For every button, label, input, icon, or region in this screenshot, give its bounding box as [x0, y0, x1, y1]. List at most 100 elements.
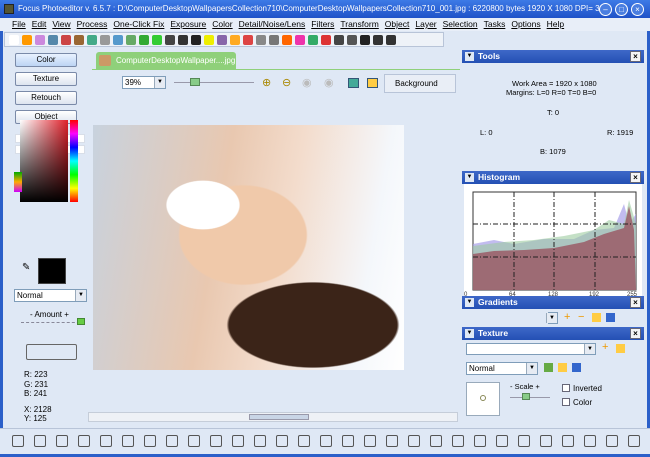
close-icon[interactable]: × — [630, 172, 641, 183]
toolbar-icon-11[interactable] — [139, 35, 149, 45]
layer-background[interactable]: Background — [384, 74, 456, 93]
texture-icon-2[interactable] — [558, 363, 567, 372]
scale-slider-thumb[interactable] — [522, 393, 530, 400]
tool-icon-16[interactable] — [342, 435, 354, 447]
menu-selection[interactable]: Selection — [443, 18, 478, 31]
tool-icon-8[interactable] — [166, 435, 178, 447]
toolbar-icon-24[interactable] — [308, 35, 318, 45]
menu-filters[interactable]: Filters — [311, 18, 334, 31]
edit-icon[interactable] — [367, 78, 378, 88]
close-icon[interactable]: × — [630, 328, 641, 339]
menu-detail-noise-lens[interactable]: Detail/Noise/Lens — [239, 18, 306, 31]
save-gradient-icon[interactable] — [606, 313, 615, 322]
photo-canvas[interactable] — [93, 125, 404, 370]
actual-size-icon[interactable]: ◉ — [324, 76, 334, 89]
maximize-button[interactable]: □ — [615, 3, 628, 16]
tool-icon-15[interactable] — [320, 435, 332, 447]
menu-process[interactable]: Process — [77, 18, 108, 31]
toolbar-icon-3[interactable] — [35, 35, 45, 45]
color-picker[interactable] — [20, 120, 68, 202]
menu-file[interactable]: File — [12, 18, 26, 31]
tool-icon-14[interactable] — [298, 435, 310, 447]
tool-icon-13[interactable] — [276, 435, 288, 447]
toolbar-icon-6[interactable] — [74, 35, 84, 45]
toolbar-icon-23[interactable] — [295, 35, 305, 45]
toolbar-icon-14[interactable] — [178, 35, 188, 45]
add-texture-icon[interactable]: + — [602, 341, 608, 353]
current-color-swatch[interactable] — [38, 258, 66, 284]
tool-icon-3[interactable] — [56, 435, 68, 447]
menu-options[interactable]: Options — [511, 18, 540, 31]
scale-slider[interactable] — [510, 397, 550, 398]
menu-tasks[interactable]: Tasks — [484, 18, 506, 31]
tool-icon-10[interactable] — [210, 435, 222, 447]
menu-transform[interactable]: Transform — [340, 18, 378, 31]
texture-icon-3[interactable] — [572, 363, 581, 372]
tool-icon-5[interactable] — [100, 435, 112, 447]
toolbar-icon-1[interactable] — [9, 35, 19, 45]
image-view-icon[interactable] — [348, 78, 359, 88]
blend-mode-select[interactable]: Normal ▼ — [14, 289, 87, 302]
tool-icon-4[interactable] — [78, 435, 90, 447]
toolbar-icon-13[interactable] — [165, 35, 175, 45]
toolbar-icon-21[interactable] — [269, 35, 279, 45]
open-gradient-icon[interactable] — [592, 313, 601, 322]
tool-icon-2[interactable] — [34, 435, 46, 447]
tool-icon-6[interactable] — [122, 435, 134, 447]
menu-layer[interactable]: Layer — [415, 18, 436, 31]
amount-slider-thumb[interactable] — [77, 318, 85, 325]
close-icon[interactable]: × — [630, 297, 641, 308]
toolbar-icon-28[interactable] — [360, 35, 370, 45]
menu-help[interactable]: Help — [547, 18, 564, 31]
open-texture-icon[interactable] — [616, 344, 625, 353]
tool-icon-11[interactable] — [232, 435, 244, 447]
toolbar-icon-22[interactable] — [282, 35, 292, 45]
retouch-button[interactable]: Retouch — [15, 91, 77, 105]
toolbar-icon-27[interactable] — [347, 35, 357, 45]
zoom-slider[interactable] — [174, 82, 254, 83]
gradient-select[interactable]: ▼ — [546, 312, 558, 324]
toolbar-icon-20[interactable] — [256, 35, 266, 45]
fit-icon[interactable]: ◉ — [302, 76, 312, 89]
horizontal-scrollbar[interactable] — [88, 412, 458, 422]
zoom-in-icon[interactable]: ⊕ — [262, 76, 271, 89]
tool-icon-25[interactable] — [540, 435, 552, 447]
toolbar-icon-7[interactable] — [87, 35, 97, 45]
tool-icon-21[interactable] — [452, 435, 464, 447]
zoom-slider-thumb[interactable] — [190, 78, 200, 86]
tool-icon-28[interactable] — [606, 435, 618, 447]
toolbar-icon-15[interactable] — [191, 35, 201, 45]
toolbar-icon-25[interactable] — [321, 35, 331, 45]
menu-view[interactable]: View — [52, 18, 70, 31]
toolbar-icon-5[interactable] — [61, 35, 71, 45]
tool-icon-9[interactable] — [188, 435, 200, 447]
tool-icon-22[interactable] — [474, 435, 486, 447]
close-icon[interactable]: × — [630, 51, 641, 62]
add-gradient-icon[interactable]: + — [564, 311, 570, 323]
texture-select[interactable]: ▼ — [466, 343, 596, 355]
toolbar-icon-2[interactable] — [22, 35, 32, 45]
toolbar-icon-30[interactable] — [386, 35, 396, 45]
menu-exposure[interactable]: Exposure — [170, 18, 206, 31]
histogram-panel-header[interactable]: ▼ Histogram × — [462, 171, 644, 184]
toolbar-icon-26[interactable] — [334, 35, 344, 45]
toolbar-icon-17[interactable] — [217, 35, 227, 45]
zoom-select[interactable]: 39% ▼ — [122, 76, 166, 89]
tool-icon-27[interactable] — [584, 435, 596, 447]
toolbar-icon-10[interactable] — [126, 35, 136, 45]
remove-gradient-icon[interactable]: − — [578, 311, 584, 323]
tool-icon-23[interactable] — [496, 435, 508, 447]
tool-icon-29[interactable] — [628, 435, 640, 447]
close-button[interactable]: × — [631, 3, 644, 16]
menu-object[interactable]: Object — [385, 18, 410, 31]
menu-edit[interactable]: Edit — [32, 18, 47, 31]
hue-slider[interactable] — [70, 120, 78, 202]
tool-icon-7[interactable] — [144, 435, 156, 447]
toolbar-icon-18[interactable] — [230, 35, 240, 45]
texture-button[interactable]: Texture — [15, 72, 77, 86]
tool-icon-20[interactable] — [430, 435, 442, 447]
tool-icon-26[interactable] — [562, 435, 574, 447]
zoom-out-icon[interactable]: ⊖ — [282, 76, 291, 89]
document-tab[interactable]: ComputerDesktopWallpaper....jpg — [96, 52, 236, 69]
tool-icon-12[interactable] — [254, 435, 266, 447]
